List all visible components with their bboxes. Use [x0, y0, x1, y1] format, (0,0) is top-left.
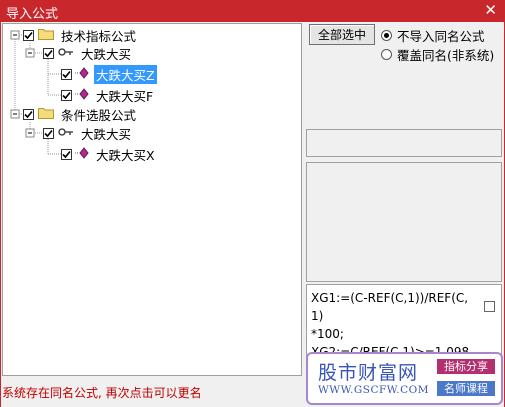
- watermark-url: WWW.GSCFW.COM: [318, 384, 429, 396]
- tree-node-formula-f[interactable]: 大跌大买F: [61, 86, 155, 104]
- title-bar: 导入公式 ✕: [0, 0, 505, 22]
- key-icon: [58, 126, 74, 140]
- checkbox[interactable]: [43, 47, 54, 59]
- folder-icon: [38, 27, 54, 43]
- tree-node-label: 技术指标公式: [61, 28, 137, 44]
- formula-diamond-icon: [75, 146, 89, 162]
- tree-node-formula-group[interactable]: 大跌大买: [43, 44, 133, 62]
- radio-skip-duplicates[interactable]: 不导入同名公式: [381, 26, 485, 45]
- tree-node-formula-group-2[interactable]: 大跌大买: [43, 124, 133, 142]
- radio-button[interactable]: [381, 49, 392, 60]
- folder-icon: [38, 106, 54, 122]
- watermark-logo: 股市财富网 WWW.GSCFW.COM 指标分享 名师课程: [306, 352, 503, 405]
- description-area[interactable]: [306, 162, 502, 282]
- formula-diamond-icon: [75, 66, 89, 82]
- tree-node-tech-indicators[interactable]: 技术指标公式: [23, 26, 138, 44]
- formula-tree[interactable]: 技术指标公式 大跌大买 大跌大买Z 大跌大买F 条件选股公式 大跌大买 大跌大买…: [2, 23, 302, 376]
- tree-node-label: 大跌大买Z: [94, 64, 157, 84]
- status-message: 系统存在同名公式, 再次点击可以更名: [2, 386, 202, 400]
- checkbox[interactable]: [23, 29, 34, 41]
- tree-node-label: 大跌大买X: [96, 147, 155, 163]
- tree-node-formula-z[interactable]: 大跌大买Z: [61, 64, 157, 84]
- radio-label: 覆盖同名(非系统): [397, 48, 495, 63]
- close-icon[interactable]: ✕: [484, 1, 497, 19]
- radio-overwrite-duplicates[interactable]: 覆盖同名(非系统): [381, 45, 494, 64]
- window-title: 导入公式: [6, 7, 59, 22]
- key-icon: [58, 46, 74, 60]
- tree-node-label: 大跌大买F: [96, 88, 154, 104]
- checkbox[interactable]: [43, 127, 54, 139]
- watermark-tag-course: 名师课程: [437, 381, 495, 396]
- radio-button[interactable]: [381, 30, 392, 41]
- checkbox[interactable]: [61, 68, 72, 80]
- watermark-brand: 股市财富网: [318, 362, 419, 384]
- checkbox[interactable]: [61, 148, 72, 160]
- tree-node-formula-x[interactable]: 大跌大买X: [61, 145, 157, 163]
- formula-diamond-icon: [75, 87, 89, 103]
- checkbox[interactable]: [23, 108, 34, 120]
- watermark-tag-share: 指标分享: [437, 359, 495, 374]
- option-checkbox[interactable]: [484, 301, 495, 312]
- tree-node-label: 大跌大买: [81, 46, 132, 62]
- radio-label: 不导入同名公式: [397, 29, 485, 44]
- select-all-button[interactable]: 全部选中: [309, 24, 375, 45]
- tree-node-label: 条件选股公式: [61, 107, 137, 123]
- checkbox[interactable]: [61, 89, 72, 101]
- name-field[interactable]: [306, 129, 502, 157]
- tree-node-label: 大跌大买: [81, 126, 132, 142]
- tree-node-stock-selection[interactable]: 条件选股公式: [23, 105, 138, 123]
